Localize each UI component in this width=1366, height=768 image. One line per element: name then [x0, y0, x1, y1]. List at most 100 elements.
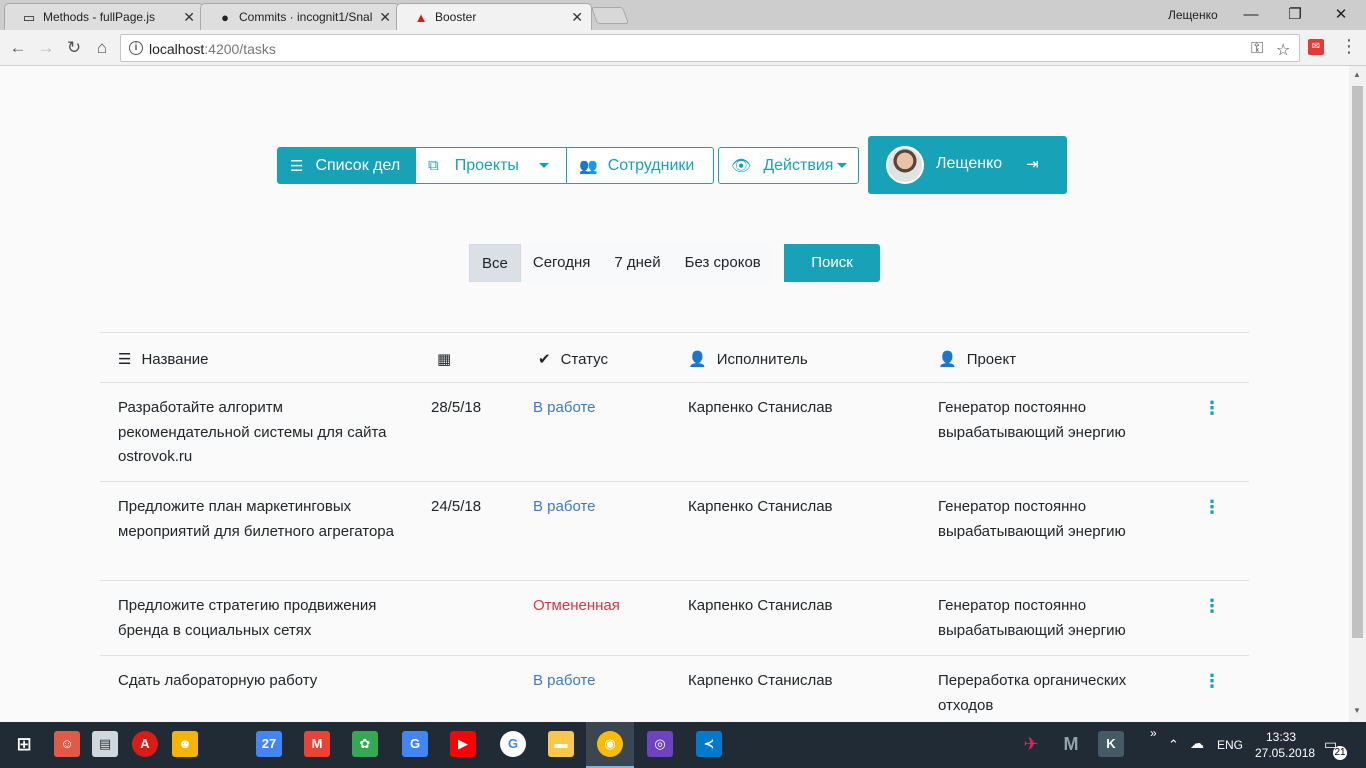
cat-app-icon[interactable]: ◎: [647, 731, 673, 757]
search-button[interactable]: Поиск: [784, 244, 880, 282]
scroll-thumb[interactable]: [1352, 86, 1363, 638]
chevron-up-icon[interactable]: ⌃: [1168, 737, 1179, 753]
restore-icon[interactable]: ❐: [1272, 4, 1318, 26]
extension-icon[interactable]: ✉: [1308, 39, 1324, 55]
app-icon[interactable]: ☺: [54, 731, 80, 757]
translate-icon[interactable]: G: [402, 731, 428, 757]
scroll-up-icon[interactable]: ▲: [1353, 70, 1361, 79]
m-app-icon[interactable]: M: [1058, 731, 1084, 757]
new-tab-button[interactable]: [590, 7, 630, 24]
bird-app-icon[interactable]: ✈: [1018, 731, 1044, 757]
actions-dropdown-button[interactable]: 👁 Действия: [718, 147, 859, 184]
calendar-icon[interactable]: 27: [256, 731, 282, 757]
filter-all-button[interactable]: Все: [469, 244, 521, 282]
window-icon[interactable]: ▤: [92, 731, 118, 757]
filter-today-button[interactable]: Сегодня: [520, 244, 603, 282]
clock-date[interactable]: 27.05.2018: [1255, 746, 1315, 760]
google-icon[interactable]: G: [500, 731, 526, 757]
tab-title: Booster: [435, 10, 477, 24]
browser-tab-booster[interactable]: ▲ Booster ✕: [396, 3, 592, 31]
user-icon: 👤: [688, 351, 707, 368]
close-icon[interactable]: ✕: [379, 9, 391, 26]
task-project: Генератор постоянно вырабатывающий энерг…: [938, 399, 1126, 441]
key-icon[interactable]: ⚿: [1251, 40, 1263, 58]
row-menu-icon[interactable]: ⋮: [1203, 498, 1221, 516]
row-menu-icon[interactable]: ⋮: [1203, 399, 1221, 417]
windows-taskbar: ⊞ ☺ ▤ A ☻ 27 M ✿ G ▶ G ▬ ◉ ◎ ≺ ✈ M K » ⌃…: [0, 722, 1366, 768]
gmail-icon[interactable]: M: [304, 731, 330, 757]
windows-start-icon[interactable]: ⊞: [11, 731, 37, 757]
logout-icon[interactable]: ⇥: [1026, 155, 1039, 173]
task-executor: Карпенко Станислав: [688, 498, 833, 515]
user-profile-button[interactable]: Лещенко ⇥: [868, 136, 1067, 194]
browser-tab-bar: ▭ Methods - fullPage.js ✕ ● Commits · in…: [0, 0, 1366, 31]
address-bar[interactable]: i localhost:4200/tasks ⚿ ☆: [120, 34, 1300, 62]
nav-employees-label: Сотрудники: [607, 156, 695, 174]
task-name[interactable]: Предложите план маркетинговых мероприяти…: [118, 495, 418, 544]
explorer-icon[interactable]: ▬: [548, 731, 574, 757]
reload-icon[interactable]: ↻: [62, 36, 86, 60]
chrome-menu-icon[interactable]: ⋮: [1340, 36, 1358, 57]
task-name[interactable]: Сдать лабораторную работу: [118, 669, 418, 694]
task-status: В работе: [533, 399, 596, 416]
cloud-icon[interactable]: ☁: [1190, 735, 1204, 752]
avatar-app-icon[interactable]: ☻: [172, 731, 198, 757]
back-icon[interactable]: ←: [6, 36, 30, 60]
page-scrollbar[interactable]: ▲ ▼: [1349, 66, 1366, 722]
header-executor[interactable]: 👤 Исполнитель: [688, 350, 808, 369]
header-executor-label: Исполнитель: [716, 350, 808, 368]
tray-expand-icon[interactable]: »: [1150, 726, 1157, 740]
table-row[interactable]: Разработайте алгоритм рекомендательной с…: [100, 383, 1249, 482]
sitemap-icon: ⧉: [428, 157, 439, 174]
chrome-icon[interactable]: ◉: [597, 731, 623, 757]
star-icon[interactable]: ☆: [1276, 40, 1290, 60]
info-icon[interactable]: i: [129, 41, 143, 55]
task-status: В работе: [533, 498, 596, 515]
page-icon: ▭: [22, 10, 36, 25]
task-executor: Карпенко Станислав: [688, 399, 833, 416]
header-name[interactable]: ☰ Название: [118, 350, 208, 369]
nav-tasks-label: Список дел: [315, 156, 401, 174]
header-status-label: Статус: [560, 350, 608, 368]
nav-projects-button[interactable]: ⧉ Проекты: [416, 147, 567, 184]
table-header: ☰ Название ▦ ✔ Статус 👤 Исполнитель 👤 Пр…: [100, 332, 1249, 383]
youtube-icon[interactable]: ▶: [450, 731, 476, 757]
close-icon[interactable]: ✕: [183, 9, 195, 26]
close-icon[interactable]: ✕: [571, 9, 583, 26]
url-text[interactable]: localhost:4200/tasks: [149, 41, 276, 57]
nav-employees-button[interactable]: 👥 Сотрудники: [567, 147, 714, 184]
minimize-icon[interactable]: —: [1228, 4, 1274, 26]
task-name[interactable]: Предложите стратегию продвижения бренда …: [118, 594, 418, 643]
forward-icon[interactable]: →: [34, 36, 58, 60]
photos-icon[interactable]: ✿: [352, 731, 378, 757]
task-name[interactable]: Разработайте алгоритм рекомендательной с…: [118, 396, 418, 470]
angular-icon[interactable]: A: [132, 731, 158, 757]
vscode-icon[interactable]: ≺: [696, 731, 722, 757]
task-status: Отмененная: [533, 597, 620, 614]
browser-tab-commits[interactable]: ● Commits · incognit1/Snal ✕: [200, 3, 400, 30]
row-menu-icon[interactable]: ⋮: [1203, 597, 1221, 615]
language-indicator[interactable]: ENG: [1217, 738, 1243, 752]
row-menu-icon[interactable]: ⋮: [1203, 672, 1221, 690]
task-list-icon: ☰: [118, 351, 132, 368]
filter-no-deadline-button[interactable]: Без сроков: [672, 244, 773, 282]
filter-week-button[interactable]: 7 дней: [602, 244, 673, 282]
clock-time[interactable]: 13:33: [1266, 730, 1296, 744]
tasks-table: ☰ Название ▦ ✔ Статус 👤 Исполнитель 👤 Пр…: [100, 332, 1249, 731]
task-status: В работе: [533, 672, 596, 689]
header-project[interactable]: 👤 Проект: [938, 350, 1016, 369]
home-icon[interactable]: ⌂: [90, 36, 114, 60]
close-window-icon[interactable]: ✕: [1318, 4, 1364, 26]
scroll-down-icon[interactable]: ▼: [1353, 706, 1361, 715]
browser-tab-methods[interactable]: ▭ Methods - fullPage.js ✕: [4, 3, 204, 30]
header-date[interactable]: ▦: [437, 350, 461, 368]
profile-name[interactable]: Лещенко: [1168, 8, 1218, 22]
table-row[interactable]: Предложите план маркетинговых мероприяти…: [100, 482, 1249, 581]
table-row[interactable]: Сдать лабораторную работу В работе Карпе…: [100, 656, 1249, 731]
k-app-icon[interactable]: K: [1098, 731, 1124, 757]
table-row[interactable]: Предложите стратегию продвижения бренда …: [100, 581, 1249, 656]
task-executor: Карпенко Станислав: [688, 597, 833, 614]
nav-tasks-button[interactable]: ☰ Список дел: [277, 147, 416, 184]
header-status[interactable]: ✔ Статус: [538, 350, 608, 369]
task-project: Переработка органических отходов: [938, 672, 1127, 714]
